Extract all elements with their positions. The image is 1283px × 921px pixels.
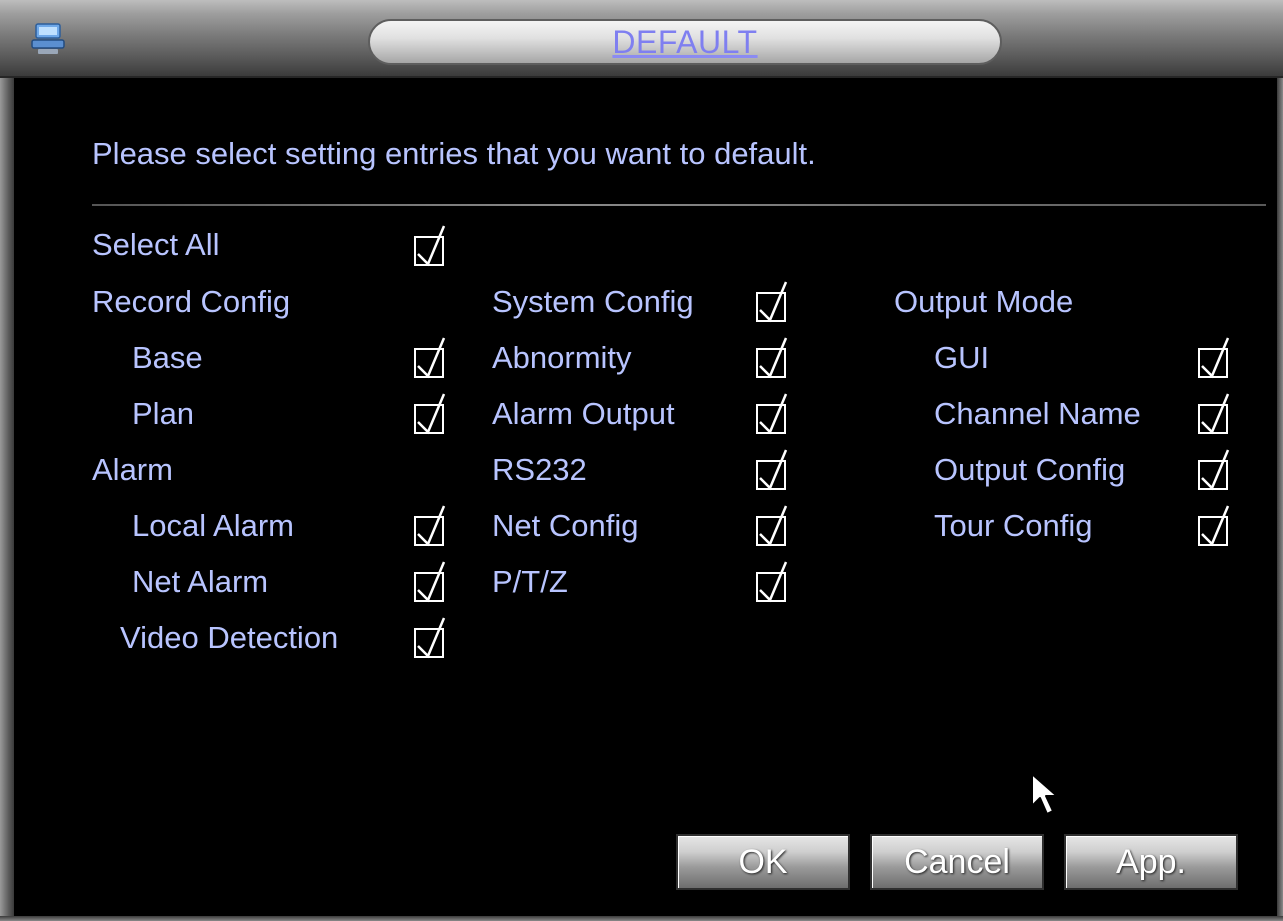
select-all-label: Select All xyxy=(92,227,220,262)
tour-config-checkbox[interactable] xyxy=(1198,505,1230,547)
output-config-label: Output Config xyxy=(934,452,1126,487)
checkmark-icon xyxy=(1201,449,1230,491)
checkmark-icon xyxy=(759,561,788,603)
record-config-group-label: Record Config xyxy=(92,284,291,319)
base-label: Base xyxy=(132,340,203,375)
checkmark-icon xyxy=(417,225,446,267)
rs232-label: RS232 xyxy=(492,452,587,487)
net-alarm-checkbox[interactable] xyxy=(414,561,446,603)
window-frame-right xyxy=(1277,0,1283,921)
gui-checkbox[interactable] xyxy=(1198,337,1230,379)
cancel-button[interactable]: Cancel xyxy=(870,834,1044,890)
video-detection-checkbox[interactable] xyxy=(414,617,446,659)
checkmark-icon xyxy=(1201,505,1230,547)
ptz-checkbox[interactable] xyxy=(756,561,788,603)
checkmark-icon xyxy=(759,449,788,491)
net-config-label: Net Config xyxy=(492,508,639,543)
output-mode-group-label: Output Mode xyxy=(894,284,1074,319)
checkmark-icon xyxy=(759,393,788,435)
system-config-checkbox[interactable] xyxy=(756,281,788,323)
checkmark-icon xyxy=(1201,393,1230,435)
checkmark-icon xyxy=(417,561,446,603)
checkmark-icon xyxy=(759,505,788,547)
default-dialog: DEFAULT Please select setting entries th… xyxy=(0,0,1283,921)
window-frame-left xyxy=(0,0,14,921)
mouse-pointer-icon xyxy=(1031,773,1058,815)
output-config-checkbox[interactable] xyxy=(1198,449,1230,491)
checkmark-icon xyxy=(759,337,788,379)
channel-name-label: Channel Name xyxy=(934,396,1141,431)
local-alarm-checkbox[interactable] xyxy=(414,505,446,547)
ptz-label: P/T/Z xyxy=(492,564,568,599)
alarm-output-checkbox[interactable] xyxy=(756,393,788,435)
alarm-output-label: Alarm Output xyxy=(492,396,675,431)
checkmark-icon xyxy=(759,281,788,323)
net-config-checkbox[interactable] xyxy=(756,505,788,547)
divider xyxy=(92,204,1266,206)
tour-config-label: Tour Config xyxy=(934,508,1093,543)
instruction-text: Please select setting entries that you w… xyxy=(92,136,816,171)
window-frame-bottom xyxy=(0,916,1283,921)
checkmark-icon xyxy=(417,617,446,659)
abnormity-checkbox[interactable] xyxy=(756,337,788,379)
channel-name-checkbox[interactable] xyxy=(1198,393,1230,435)
checkmark-icon xyxy=(417,337,446,379)
checkmark-icon xyxy=(417,393,446,435)
abnormity-label: Abnormity xyxy=(492,340,632,375)
title-pill: DEFAULT xyxy=(368,19,1002,65)
local-alarm-label: Local Alarm xyxy=(132,508,294,543)
select-all-checkbox[interactable] xyxy=(414,225,446,267)
monitor-icon xyxy=(31,23,65,54)
rs232-checkbox[interactable] xyxy=(756,449,788,491)
ok-button[interactable]: OK xyxy=(676,834,850,890)
gui-label: GUI xyxy=(934,340,990,375)
checkmark-icon xyxy=(417,505,446,547)
alarm-group-label: Alarm xyxy=(92,452,173,487)
window-title: DEFAULT xyxy=(612,23,758,60)
net-alarm-label: Net Alarm xyxy=(132,564,269,599)
base-checkbox[interactable] xyxy=(414,337,446,379)
plan-label: Plan xyxy=(132,396,195,431)
apply-button[interactable]: App. xyxy=(1064,834,1238,890)
system-config-label: System Config xyxy=(492,284,694,319)
video-detection-label: Video Detection xyxy=(120,620,339,655)
plan-checkbox[interactable] xyxy=(414,393,446,435)
title-bar: DEFAULT xyxy=(0,0,1283,78)
checkmark-icon xyxy=(1201,337,1230,379)
